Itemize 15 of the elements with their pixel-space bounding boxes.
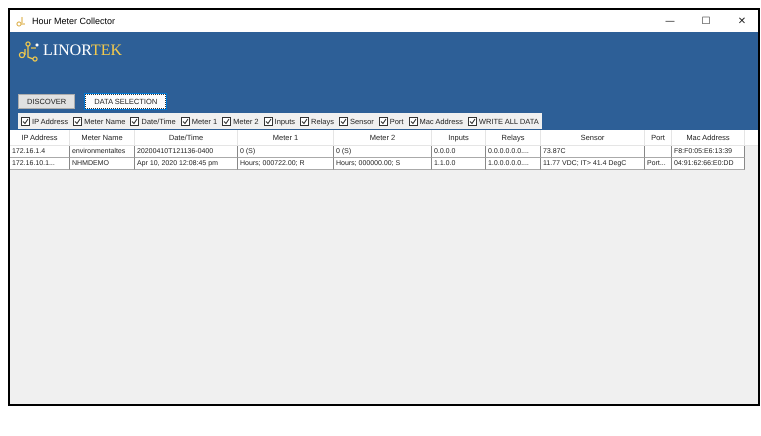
app-icon [16, 15, 28, 27]
checkbox[interactable] [468, 116, 477, 126]
window-title: Hour Meter Collector [32, 16, 116, 26]
checkbox[interactable] [130, 116, 140, 126]
checkbox[interactable] [408, 116, 418, 126]
checkbox[interactable] [73, 116, 82, 126]
logo-text: LINORTEK [43, 42, 122, 60]
checkbox[interactable] [21, 116, 30, 126]
checkbox[interactable] [338, 116, 348, 126]
checkbox[interactable] [222, 116, 232, 126]
checkbox[interactable] [300, 116, 310, 126]
checkbox[interactable] [378, 116, 388, 126]
logo-icon [18, 40, 40, 62]
checkbox[interactable] [264, 116, 273, 126]
checkbox[interactable] [180, 116, 190, 126]
